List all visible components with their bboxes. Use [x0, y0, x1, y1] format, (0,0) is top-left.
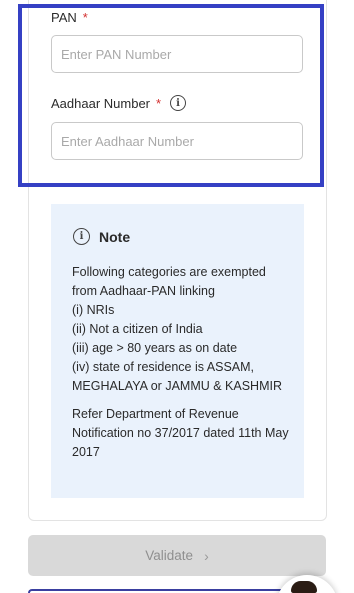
note-header: i Note	[73, 228, 130, 245]
next-card-edge	[28, 589, 308, 593]
chevron-right-icon: ›	[204, 547, 209, 564]
required-asterisk: *	[82, 10, 88, 25]
aadhaar-label: Aadhaar Number * i	[51, 95, 187, 111]
chat-assistant-button[interactable]	[276, 575, 338, 593]
note-reference: Refer Department of Revenue Notification…	[72, 407, 289, 459]
required-asterisk: *	[156, 95, 162, 111]
note-line: (ii) Not a citizen of India	[72, 322, 203, 336]
info-icon: i	[73, 228, 90, 245]
note-box: i Note Following categories are exempted…	[51, 204, 304, 498]
aadhaar-label-text: Aadhaar Number	[51, 95, 150, 111]
note-line: (iv) state of residence is ASSAM, MEGHAL…	[72, 360, 282, 393]
note-title: Note	[99, 228, 131, 245]
info-icon[interactable]: i	[170, 95, 187, 111]
aadhaar-input[interactable]	[51, 122, 303, 160]
aadhaar-pan-link-page: PAN * Aadhaar Number * i i Note Followin…	[0, 0, 354, 593]
avatar-hair	[291, 581, 317, 593]
note-line: (iii) age > 80 years as on date	[72, 341, 238, 355]
note-spacer	[72, 396, 294, 405]
note-body: Following categories are exempted from A…	[72, 263, 294, 462]
note-line: Following categories are exempted from A…	[72, 265, 266, 298]
validate-button[interactable]: Validate ›	[28, 535, 326, 576]
note-line: (i) NRIs	[72, 303, 115, 317]
pan-label: PAN *	[51, 10, 88, 25]
pan-label-text: PAN	[51, 10, 77, 25]
validate-button-label: Validate	[145, 548, 194, 563]
pan-input[interactable]	[51, 35, 303, 73]
